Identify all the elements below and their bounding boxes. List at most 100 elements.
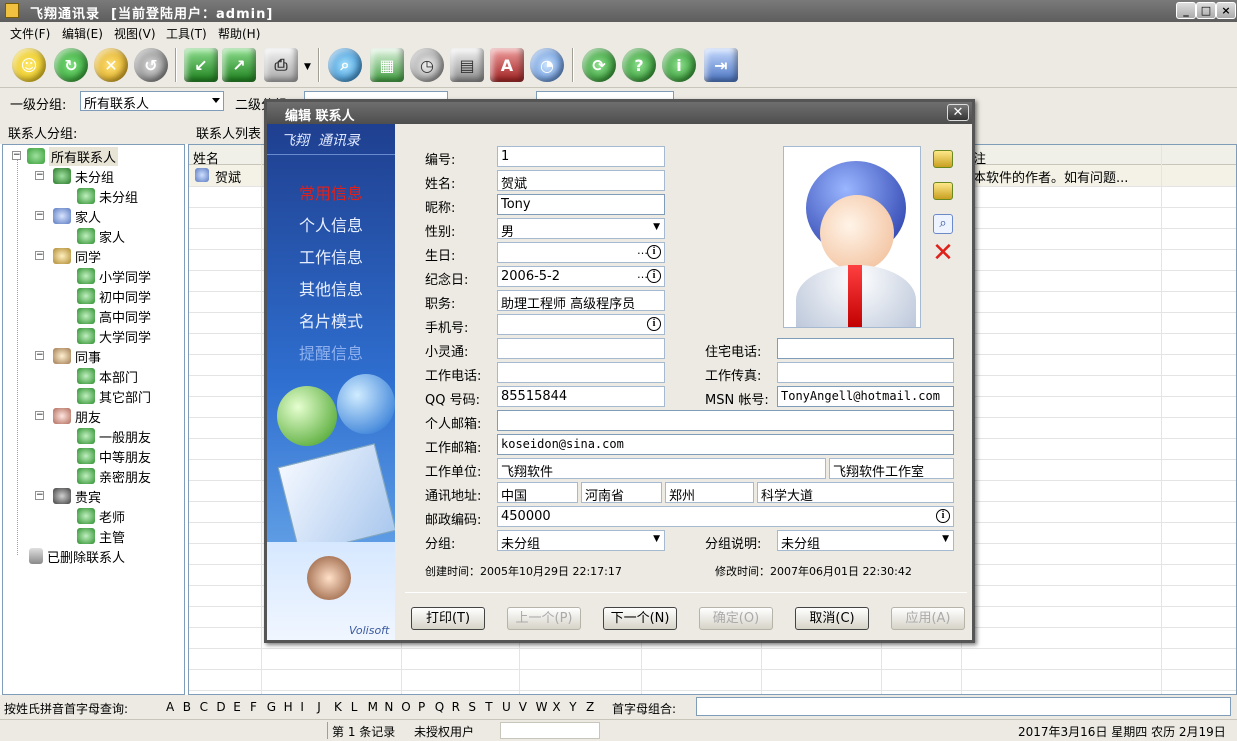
export-icon[interactable]: ↗	[222, 48, 256, 82]
personal-email-field[interactable]	[497, 410, 954, 431]
sidebar-item-work[interactable]: 工作信息	[299, 244, 363, 268]
sidebar-item-other[interactable]: 其他信息	[299, 276, 363, 300]
letter-link[interactable]: H	[284, 700, 293, 714]
menu-edit[interactable]: 编辑(E)	[62, 25, 103, 42]
sidebar-item-reminder[interactable]: 提醒信息	[299, 340, 363, 364]
cancel-button[interactable]: 取消(C)	[795, 607, 869, 630]
tree-node-other-dept[interactable]: 其它部门	[77, 386, 151, 406]
menu-tools[interactable]: 工具(T)	[166, 25, 207, 42]
collapse-icon[interactable]: −	[12, 151, 21, 160]
letter-link[interactable]: O	[401, 700, 410, 714]
msn-field[interactable]: TonyAngell@hotmail.com	[777, 386, 954, 407]
collapse-icon[interactable]: −	[35, 351, 44, 360]
refresh-icon[interactable]: ↻	[54, 48, 88, 82]
sidebar-item-personal[interactable]: 个人信息	[299, 212, 363, 236]
tree-node-ungrouped-sub[interactable]: 未分组	[77, 186, 138, 206]
print-button[interactable]: 打印(T)	[411, 607, 485, 630]
work-phone-field[interactable]	[497, 362, 665, 383]
info-icon[interactable]: i	[647, 317, 661, 331]
import-icon[interactable]: ↙	[184, 48, 218, 82]
tree-node-teacher[interactable]: 老师	[77, 506, 125, 526]
letter-link[interactable]: Q	[435, 700, 444, 714]
letter-link[interactable]: P	[418, 700, 425, 714]
letter-link[interactable]: J	[317, 700, 321, 714]
letter-link[interactable]: F	[250, 700, 257, 714]
card-icon[interactable]: ▤	[450, 48, 484, 82]
letter-link[interactable]: Y	[569, 700, 576, 714]
tree-node-primary-school[interactable]: 小学同学	[77, 266, 151, 286]
tree-node-vip[interactable]: 贵宾	[53, 486, 101, 506]
country-field[interactable]: 中国	[497, 482, 578, 503]
job-title-field[interactable]: 助理工程师 高级程序员	[497, 290, 665, 311]
search-icon[interactable]: ⌕	[328, 48, 362, 82]
home-phone-field[interactable]	[777, 338, 954, 359]
group1-select[interactable]: 所有联系人	[80, 91, 224, 112]
restore-icon[interactable]: ↺	[134, 48, 168, 82]
tree-node-family[interactable]: 家人	[53, 206, 101, 226]
letter-link[interactable]: N	[384, 700, 393, 714]
remove-photo-icon[interactable]: ✕	[931, 240, 955, 266]
group-select[interactable]: 未分组 ▼	[497, 530, 665, 551]
contact-photo[interactable]	[783, 146, 921, 328]
folder-open-icon[interactable]	[933, 150, 953, 168]
font-icon[interactable]: A	[490, 48, 524, 82]
letter-link[interactable]: A	[166, 700, 174, 714]
letter-link[interactable]: M	[368, 700, 378, 714]
anniversary-field[interactable]: 2006-5-2… i	[497, 266, 665, 287]
exit-icon[interactable]: ⇥	[704, 48, 738, 82]
company-field[interactable]: 飞翔软件	[497, 458, 826, 479]
letter-link[interactable]: E	[233, 700, 241, 714]
clock-icon[interactable]: ◷	[410, 48, 444, 82]
name-field[interactable]: 贺斌	[497, 170, 665, 191]
next-button[interactable]: 下一个(N)	[603, 607, 677, 630]
letter-link[interactable]: K	[334, 700, 342, 714]
letter-link[interactable]: T	[485, 700, 492, 714]
tree-node-casual-friends[interactable]: 一般朋友	[77, 426, 151, 446]
help-icon[interactable]: ?	[622, 48, 656, 82]
smiley-icon[interactable]: ☺	[12, 48, 46, 82]
close-button[interactable]: ×	[1216, 2, 1236, 19]
city-field[interactable]: 郑州	[665, 482, 754, 503]
ok-button[interactable]: 确定(O)	[699, 607, 773, 630]
collapse-icon[interactable]: −	[35, 411, 44, 420]
tree-node-family-sub[interactable]: 家人	[77, 226, 125, 246]
letter-link[interactable]: L	[351, 700, 358, 714]
tree-node-all[interactable]: 所有联系人	[27, 146, 119, 166]
prev-button[interactable]: 上一个(P)	[507, 607, 581, 630]
calendar-icon[interactable]: ▦	[370, 48, 404, 82]
menu-help[interactable]: 帮助(H)	[218, 25, 260, 42]
mobile-field[interactable]: i	[497, 314, 665, 335]
tree-node-friends[interactable]: 朋友	[53, 406, 101, 426]
collapse-icon[interactable]: −	[35, 211, 44, 220]
sidebar-item-common[interactable]: 常用信息	[299, 180, 363, 204]
letter-link[interactable]: W	[536, 700, 548, 714]
letter-link[interactable]: U	[502, 700, 511, 714]
initials-input[interactable]	[696, 697, 1231, 716]
tree-node-university[interactable]: 大学同学	[77, 326, 151, 346]
work-fax-field[interactable]	[777, 362, 954, 383]
menu-view[interactable]: 视图(V)	[114, 25, 156, 42]
department-field[interactable]: 飞翔软件工作室	[829, 458, 954, 479]
update-icon[interactable]: ⟳	[582, 48, 616, 82]
info-icon[interactable]: i	[936, 509, 950, 523]
tree-node-middle-school[interactable]: 初中同学	[77, 286, 151, 306]
letter-link[interactable]: X	[552, 700, 560, 714]
about-icon[interactable]: i	[662, 48, 696, 82]
maximize-button[interactable]: □	[1196, 2, 1216, 19]
pie-chart-icon[interactable]: ◔	[530, 48, 564, 82]
tree-node-classmates[interactable]: 同学	[53, 246, 101, 266]
letter-link[interactable]: V	[519, 700, 527, 714]
tree-node-medium-friends[interactable]: 中等朋友	[77, 446, 151, 466]
tree-node-colleagues[interactable]: 同事	[53, 346, 101, 366]
info-icon[interactable]: i	[647, 245, 661, 259]
letter-link[interactable]: S	[468, 700, 476, 714]
qq-field[interactable]: 85515844	[497, 386, 665, 407]
letter-link[interactable]: G	[267, 700, 276, 714]
zip-field[interactable]: 450000 i	[497, 506, 954, 527]
tree-node-deleted[interactable]: 已删除联系人	[29, 546, 125, 566]
collapse-icon[interactable]: −	[35, 171, 44, 180]
sidebar-item-card[interactable]: 名片模式	[299, 308, 363, 332]
id-field[interactable]: 1	[497, 146, 665, 167]
folder-save-icon[interactable]	[933, 182, 953, 200]
tree-node-high-school[interactable]: 高中同学	[77, 306, 151, 326]
